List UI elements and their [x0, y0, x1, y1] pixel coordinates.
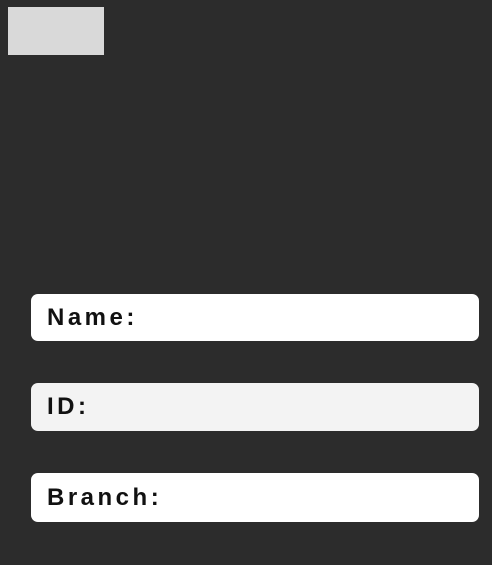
branch-field[interactable]: Branch: — [31, 473, 479, 522]
name-field-label: Name: — [47, 303, 138, 331]
top-button[interactable] — [8, 7, 104, 55]
id-field-label: ID: — [47, 393, 90, 420]
branch-field-label: Branch: — [47, 483, 163, 511]
name-field[interactable]: Name: — [31, 294, 479, 341]
id-field[interactable]: ID: — [31, 383, 479, 431]
